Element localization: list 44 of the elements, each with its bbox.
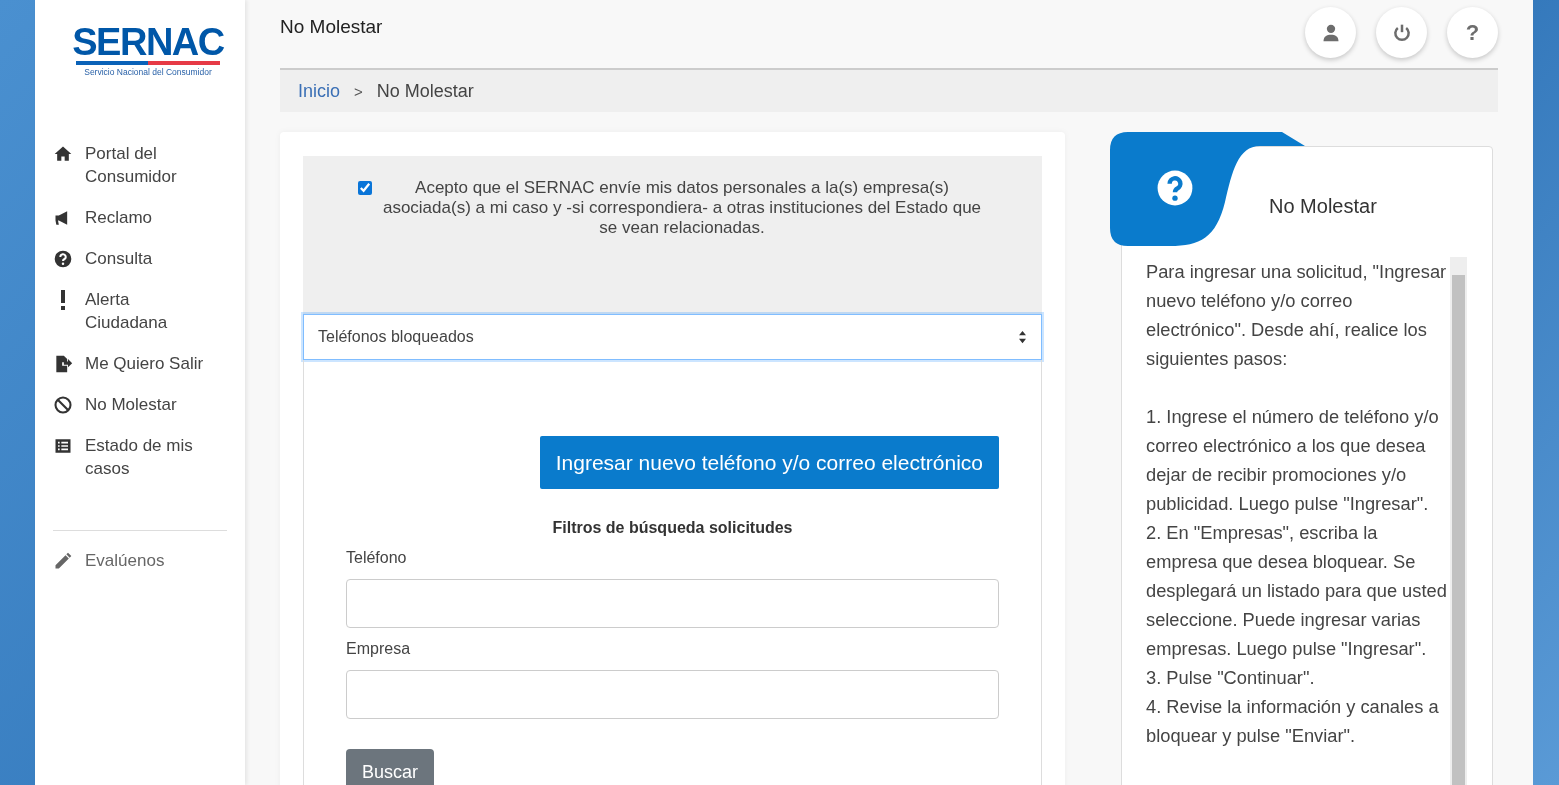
sort-caret-icon — [1018, 330, 1027, 344]
user-button[interactable] — [1305, 7, 1356, 58]
pencil-icon — [53, 551, 73, 571]
add-phone-email-button[interactable]: Ingresar nuevo teléfono y/o correo electrónico — [539, 436, 999, 489]
logo-title: SERNAC — [72, 24, 224, 60]
help-title: No Molestar — [1269, 195, 1378, 219]
input-field[interactable] — [346, 579, 999, 628]
sidebar-item[interactable]: Evalúenos — [53, 549, 227, 572]
question-icon — [1156, 169, 1194, 207]
input-field[interactable] — [346, 670, 999, 719]
field-label: Teléfono — [346, 549, 408, 567]
breadcrumb-separator: > — [354, 82, 363, 100]
field-label: Empresa — [346, 640, 412, 658]
exclamation-icon — [61, 290, 65, 310]
sidebar-item[interactable]: Alerta Ciudadana — [53, 288, 227, 334]
home-icon — [53, 144, 73, 164]
exit-icon — [53, 354, 73, 374]
help-step: 4. Revise la información y canales a bloquear y pulse "Enviar". — [1146, 692, 1448, 750]
consent-text: Acepto que el SERNAC envíe mis datos personales a la(s) empresa(s) asociada(s) a mi caso y -si correspondiera- a otras instituciones del Estado que se vean relacionadas. — [381, 178, 983, 238]
breadcrumb-current: No Molestar — [376, 80, 474, 102]
logo-subtitle: Servicio Nacional del Consumidor — [84, 67, 212, 77]
sidebar-item[interactable]: Me Quiero Salir — [53, 352, 227, 375]
page-title: No Molestar — [280, 16, 383, 38]
help-step: 2. En "Empresas", escriba la empresa que desea bloquear. Se desplegará un listado para que usted seleccione. Puede ingresar varias empresas. Luego pulse "Ingresar". — [1146, 518, 1448, 663]
sidebar-item[interactable]: No Molestar — [53, 393, 227, 416]
sidebar-item[interactable]: Consulta — [53, 247, 227, 270]
help-button[interactable]: ? — [1447, 7, 1498, 58]
help-step: 3. Pulse "Continuar". — [1146, 663, 1448, 692]
power-icon — [1391, 22, 1412, 43]
sidebar-item[interactable]: Portal del Consumidor — [53, 142, 227, 188]
list-select[interactable]: Teléfonos bloqueados — [303, 314, 1042, 360]
help-paragraph: Para ingresar una solicitud, "Ingresar nuevo teléfono y/o correo electrónico". Desde ahí, realice los siguientes pasos: — [1146, 260, 1448, 371]
sidebar-item[interactable]: Reclamo — [53, 206, 227, 229]
consent-checkbox[interactable] — [358, 181, 372, 195]
breadcrumb-link[interactable]: Inicio — [298, 80, 341, 102]
power-button[interactable] — [1376, 7, 1427, 58]
list-icon — [53, 436, 73, 456]
filters-title: Filtros de búsqueda solicitudes — [551, 519, 794, 537]
ban-icon — [53, 395, 73, 415]
sidebar-item[interactable]: Estado de mis casos — [53, 434, 227, 480]
search-button[interactable]: Buscar — [346, 749, 435, 785]
scrollbar[interactable] — [1450, 257, 1467, 785]
question-icon — [53, 249, 73, 269]
help-step: 1. Ingrese el número de teléfono y/o correo electrónico a los que desea dejar de recibir promociones y/o publicidad. Luego pulse "Ingresar". — [1146, 402, 1448, 518]
